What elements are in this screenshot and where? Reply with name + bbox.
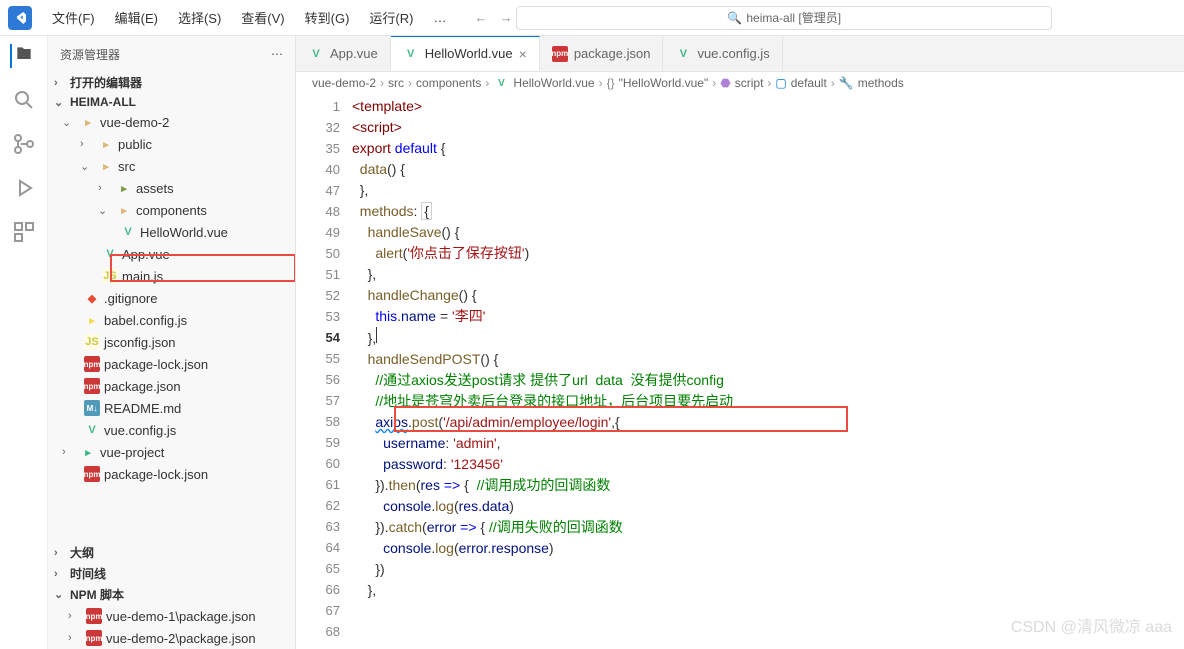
close-icon[interactable]: ×: [519, 46, 527, 62]
editor-tabs: VApp.vue VHelloWorld.vue× npmpackage.jso…: [296, 36, 1184, 72]
npm-script-2[interactable]: ›npmvue-demo-2\package.json: [48, 627, 295, 649]
activity-bar: [0, 36, 48, 649]
menu-edit[interactable]: 编辑(E): [107, 6, 166, 29]
watermark: CSDN @清风微凉 aaa: [1011, 613, 1172, 637]
menu-run[interactable]: 运行(R): [361, 6, 421, 29]
nav-forward-icon[interactable]: →: [499, 10, 512, 25]
file-app-vue[interactable]: VApp.vue: [48, 243, 295, 265]
explorer-sidebar: 资源管理器 ⋯ ›打开的编辑器 ⌄HEIMA-ALL ⌄▸vue-demo-2 …: [48, 36, 296, 649]
file-readme[interactable]: M↓README.md: [48, 397, 295, 419]
file-jsconfig[interactable]: JSjsconfig.json: [48, 331, 295, 353]
menu-more[interactable]: …: [425, 8, 454, 27]
explorer-icon[interactable]: [10, 44, 34, 68]
file-gitignore[interactable]: ◆.gitignore: [48, 287, 295, 309]
more-icon[interactable]: ⋯: [271, 47, 283, 61]
file-helloworld-vue[interactable]: VHelloWorld.vue: [48, 221, 295, 243]
file-vue-config[interactable]: Vvue.config.js: [48, 419, 295, 441]
breadcrumbs[interactable]: vue-demo-2› src› components› VHelloWorld…: [296, 72, 1184, 94]
menu-view[interactable]: 查看(V): [233, 6, 292, 29]
folder-vue-project[interactable]: ›▸vue-project: [48, 441, 295, 463]
folder-src[interactable]: ⌄▸src: [48, 155, 295, 177]
vscode-logo-icon: [8, 6, 32, 30]
file-babel-config[interactable]: ▸babel.config.js: [48, 309, 295, 331]
code-editor[interactable]: 1323540474849505152535455565758596061626…: [296, 94, 1184, 649]
tab-helloworld-vue[interactable]: VHelloWorld.vue×: [391, 36, 540, 71]
tab-app-vue[interactable]: VApp.vue: [296, 36, 391, 71]
menu-file[interactable]: 文件(F): [44, 6, 103, 29]
search-icon[interactable]: [12, 88, 36, 112]
outline-section[interactable]: ›大纲: [48, 542, 295, 563]
timeline-section[interactable]: ›时间线: [48, 563, 295, 584]
explorer-title: 资源管理器: [60, 46, 120, 63]
command-center[interactable]: 🔍 heima-all [管理员]: [516, 6, 1052, 30]
project-section[interactable]: ⌄HEIMA-ALL: [48, 93, 295, 111]
tab-package-json[interactable]: npmpackage.json: [540, 36, 664, 71]
search-text: heima-all [管理员]: [746, 9, 841, 26]
tab-vue-config[interactable]: Vvue.config.js: [663, 36, 782, 71]
file-package-lock-2[interactable]: npmpackage-lock.json: [48, 463, 295, 485]
menu-goto[interactable]: 转到(G): [297, 6, 358, 29]
npm-scripts-section[interactable]: ⌄NPM 脚本: [48, 584, 295, 605]
folder-public[interactable]: ›▸public: [48, 133, 295, 155]
folder-components[interactable]: ⌄▸components: [48, 199, 295, 221]
source-control-icon[interactable]: [12, 132, 36, 156]
debug-icon[interactable]: [12, 176, 36, 200]
line-gutter: 1323540474849505152535455565758596061626…: [296, 94, 352, 649]
file-main-js[interactable]: JSmain.js: [48, 265, 295, 287]
extensions-icon[interactable]: [12, 220, 36, 244]
folder-vue-demo-2[interactable]: ⌄▸vue-demo-2: [48, 111, 295, 133]
folder-assets[interactable]: ›▸assets: [48, 177, 295, 199]
menu-select[interactable]: 选择(S): [170, 6, 229, 29]
titlebar: 文件(F) 编辑(E) 选择(S) 查看(V) 转到(G) 运行(R) … ← …: [0, 0, 1184, 36]
open-editors-section[interactable]: ›打开的编辑器: [48, 72, 295, 93]
editor-area: VApp.vue VHelloWorld.vue× npmpackage.jso…: [296, 36, 1184, 649]
nav-back-icon[interactable]: ←: [474, 10, 487, 25]
npm-script-1[interactable]: ›npmvue-demo-1\package.json: [48, 605, 295, 627]
file-package-json[interactable]: npmpackage.json: [48, 375, 295, 397]
code-content[interactable]: <template><script>export default { data(…: [352, 94, 1184, 649]
file-package-lock[interactable]: npmpackage-lock.json: [48, 353, 295, 375]
search-icon: 🔍: [727, 11, 742, 25]
